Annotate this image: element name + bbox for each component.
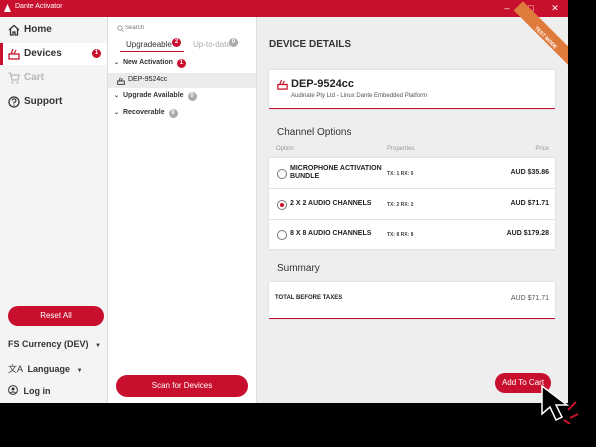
search-box[interactable] bbox=[114, 22, 250, 35]
device-name: DEP-9524cc bbox=[128, 76, 168, 83]
caret-down-icon: ▼ bbox=[76, 368, 83, 374]
option-radio[interactable] bbox=[277, 230, 287, 240]
option-price: AUD $71.71 bbox=[510, 200, 549, 207]
language-label: Language bbox=[27, 364, 71, 374]
devices-count-badge: 1 bbox=[92, 49, 101, 58]
group-count-badge: 1 bbox=[176, 59, 186, 68]
device-info-card: DEP-9524cc Audinate Pty Ltd - Linux Dant… bbox=[269, 70, 555, 109]
tab-label: Upgradeable bbox=[126, 40, 172, 49]
option-name: 8 X 8 AUDIO CHANNELS bbox=[290, 230, 372, 237]
option-row-2x2-channels[interactable]: 2 X 2 AUDIO CHANNELS TX: 2 RX: 2 AUD $71… bbox=[269, 189, 555, 220]
tab-label: Up-to-date bbox=[193, 40, 231, 49]
option-properties: TX: 8 RX: 8 bbox=[387, 232, 414, 238]
sidebar-item-label: Devices bbox=[24, 48, 62, 59]
title-bar: Dante Activator – □ ✕ bbox=[0, 0, 568, 17]
home-icon bbox=[8, 24, 20, 36]
app-logo-icon bbox=[4, 4, 11, 12]
sidebar: Home Devices 1 Cart Support Reset All FS… bbox=[0, 17, 108, 403]
chevron-down-icon: ⌄ bbox=[114, 110, 120, 116]
app-window: Dante Activator – □ ✕ Home Devices 1 Car… bbox=[0, 0, 568, 403]
device-icon bbox=[117, 77, 125, 85]
option-row-microphone-bundle[interactable]: MICROPHONE ACTIVATION BUNDLE TX: 1 RX: 0… bbox=[269, 158, 555, 189]
chevron-down-icon: ⌄ bbox=[114, 93, 120, 99]
mouse-cursor-icon bbox=[541, 384, 579, 424]
caret-down-icon: ▼ bbox=[95, 343, 101, 349]
currency-label: FS Currency (DEV) bbox=[8, 339, 89, 349]
group-upgrade-available[interactable]: ⌄ Upgrade Available 0 bbox=[114, 92, 252, 104]
column-header-option: Option bbox=[276, 146, 294, 152]
device-icon bbox=[277, 79, 288, 90]
option-radio-selected[interactable] bbox=[277, 200, 287, 210]
sidebar-item-label: Cart bbox=[24, 72, 45, 83]
tab-up-to-date[interactable]: Up-to-date 0 bbox=[188, 38, 246, 51]
device-subtitle: Audinate Pty Ltd - Linux Dante Embedded … bbox=[291, 93, 428, 99]
channel-options-heading: Channel Options bbox=[277, 127, 352, 138]
sidebar-item-label: Support bbox=[24, 96, 63, 107]
user-icon bbox=[8, 385, 18, 395]
translate-icon: 文A bbox=[8, 364, 24, 374]
tab-upgradeable[interactable]: Upgradeable 2 bbox=[120, 38, 184, 52]
close-button[interactable]: ✕ bbox=[545, 1, 565, 16]
group-count-badge: 0 bbox=[168, 109, 178, 118]
summary-card: TOTAL BEFORE TAXES AUD $71.71 bbox=[269, 282, 555, 319]
page-title: DEVICE DETAILS bbox=[269, 39, 352, 50]
help-icon bbox=[8, 96, 20, 108]
search-input[interactable] bbox=[125, 22, 245, 34]
column-header-price: Price bbox=[535, 146, 549, 152]
group-label: Upgrade Available bbox=[122, 92, 184, 99]
window-title: Dante Activator bbox=[15, 3, 63, 10]
login-link[interactable]: Log in bbox=[8, 385, 51, 396]
group-count-badge: 0 bbox=[187, 92, 197, 101]
language-selector[interactable]: 文A Language ▼ bbox=[8, 362, 83, 375]
option-row-8x8-channels[interactable]: 8 X 8 AUDIO CHANNELS TX: 8 RX: 8 AUD $17… bbox=[269, 220, 555, 250]
device-list-item[interactable]: DEP-9524cc bbox=[108, 73, 256, 88]
device-list-pane: Upgradeable 2 Up-to-date 0 ⌄ New Activat… bbox=[108, 17, 257, 403]
group-label: Recoverable bbox=[122, 109, 165, 116]
upgradeable-count-badge: 2 bbox=[172, 38, 181, 47]
login-label: Log in bbox=[23, 386, 51, 396]
test-mode-label: TEST MODE bbox=[533, 25, 558, 51]
option-radio[interactable] bbox=[277, 169, 287, 179]
currency-selector[interactable]: FS Currency (DEV) ▼ bbox=[8, 339, 101, 349]
group-label: New Activation bbox=[122, 59, 173, 66]
device-icon bbox=[8, 48, 20, 60]
cart-icon bbox=[8, 72, 20, 84]
device-title: DEP-9524cc bbox=[291, 78, 354, 90]
group-new-activation[interactable]: ⌄ New Activation 1 bbox=[114, 59, 252, 71]
reset-all-button[interactable]: Reset All bbox=[8, 306, 104, 326]
sidebar-item-home[interactable]: Home bbox=[0, 19, 107, 41]
summary-heading: Summary bbox=[277, 263, 320, 274]
scan-for-devices-button[interactable]: Scan for Devices bbox=[116, 375, 248, 397]
option-name: 2 X 2 AUDIO CHANNELS bbox=[290, 200, 372, 207]
sidebar-item-cart[interactable]: Cart bbox=[0, 67, 107, 89]
option-properties: TX: 2 RX: 2 bbox=[387, 202, 414, 208]
total-label: TOTAL BEFORE TAXES bbox=[275, 295, 343, 301]
sidebar-item-support[interactable]: Support bbox=[0, 91, 107, 113]
channel-options-list: MICROPHONE ACTIVATION BUNDLE TX: 1 RX: 0… bbox=[269, 158, 555, 249]
option-price: AUD $35.86 bbox=[510, 169, 549, 176]
sidebar-item-devices[interactable]: Devices 1 bbox=[0, 43, 107, 65]
sidebar-item-label: Home bbox=[24, 24, 52, 35]
option-name: MICROPHONE ACTIVATION BUNDLE bbox=[290, 165, 382, 180]
total-value: AUD $71.71 bbox=[510, 295, 549, 302]
option-properties: TX: 1 RX: 0 bbox=[387, 171, 414, 177]
chevron-down-icon: ⌄ bbox=[114, 60, 120, 66]
search-icon bbox=[117, 25, 124, 32]
device-details-pane: DEVICE DETAILS TEST MODE DEP-9524cc Audi… bbox=[257, 1, 568, 403]
group-recoverable[interactable]: ⌄ Recoverable 0 bbox=[114, 109, 252, 121]
option-price: AUD $179.28 bbox=[506, 230, 549, 237]
column-header-properties: Properties bbox=[387, 146, 415, 152]
up-to-date-count-badge: 0 bbox=[229, 38, 238, 47]
